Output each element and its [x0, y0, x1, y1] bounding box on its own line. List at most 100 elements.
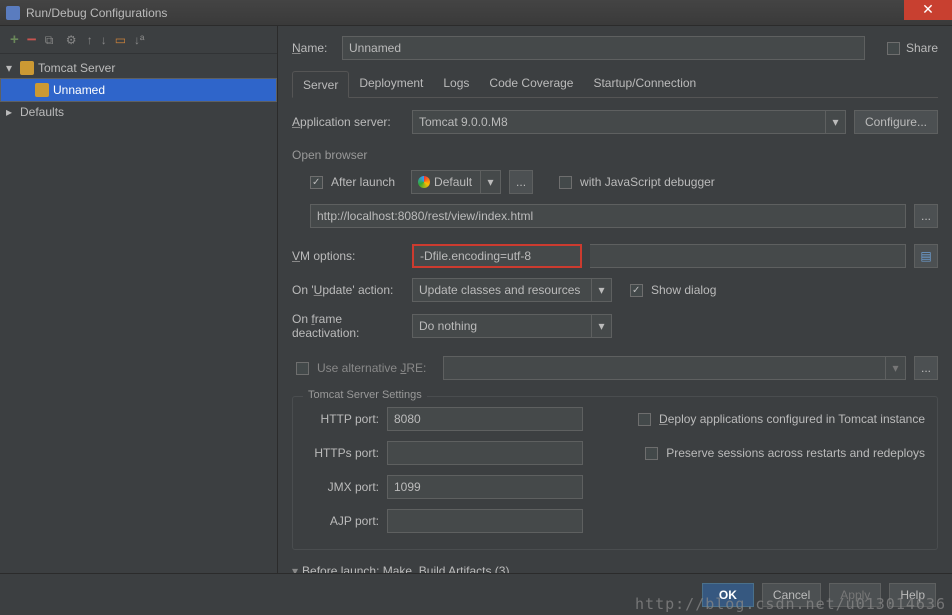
checkbox-icon[interactable] — [887, 42, 900, 55]
update-value: Update classes and resources — [419, 283, 580, 297]
showdialog-label: Show dialog — [651, 283, 716, 297]
ok-button[interactable]: OK — [702, 583, 754, 607]
config-toolbar: + − ⧉ ⚙ ↑ ↓ ▭ ↓ª — [0, 26, 277, 54]
tab-server[interactable]: Server — [292, 71, 349, 98]
checkbox-icon[interactable] — [310, 176, 323, 189]
checkbox-icon[interactable] — [630, 284, 643, 297]
afterlaunch-label: After launch — [331, 175, 395, 189]
tab-coverage[interactable]: Code Coverage — [479, 70, 583, 97]
copy-icon[interactable]: ⧉ — [45, 33, 58, 46]
add-icon[interactable]: + — [10, 31, 19, 48]
vm-input[interactable] — [412, 244, 582, 268]
vm-input-extension[interactable] — [590, 244, 906, 268]
beforelaunch-section: ▾Before launch: Make, Build Artifacts (3… — [292, 564, 938, 573]
tab-deployment[interactable]: Deployment — [349, 70, 433, 97]
update-select[interactable]: Update classes and resources ▾ — [412, 278, 612, 302]
httpsport-row: HTTPs port: Preserve sessions across res… — [305, 441, 925, 465]
tab-startup[interactable]: Startup/Connection — [583, 70, 706, 97]
up-icon[interactable]: ↑ — [87, 33, 93, 47]
jre-more-button[interactable]: ... — [914, 356, 938, 380]
down-icon[interactable]: ↓ — [101, 33, 107, 47]
afterlaunch-row: After launch Default ▾ ... with JavaScri… — [310, 170, 938, 194]
tree-label: Unnamed — [53, 83, 105, 97]
remove-icon[interactable]: − — [27, 36, 37, 44]
tab-logs[interactable]: Logs — [433, 70, 479, 97]
name-row: Name: Share — [292, 36, 938, 60]
tree-label: Defaults — [20, 105, 64, 119]
folder-icon[interactable]: ▭ — [115, 33, 126, 47]
browser-value: Default — [434, 175, 472, 189]
title-bar: Run/Debug Configurations ✕ — [0, 0, 952, 26]
expand-icon: ▸ — [6, 105, 16, 119]
httpport-input[interactable] — [387, 407, 583, 431]
openbrowser-title: Open browser — [292, 148, 938, 162]
jmxport-input[interactable] — [387, 475, 583, 499]
tomcat-icon — [35, 83, 49, 97]
tomcat-group: Tomcat Server Settings HTTP port: Deploy… — [292, 396, 938, 550]
settings-icon[interactable]: ⚙ — [66, 33, 79, 46]
jmxport-label: JMX port: — [305, 480, 379, 494]
chevron-down-icon: ▾ — [480, 171, 500, 193]
chevron-down-icon: ▾ — [591, 315, 611, 337]
url-input[interactable] — [310, 204, 906, 228]
update-label: On 'Update' action: — [292, 283, 404, 297]
configure-button[interactable]: Configure... — [854, 110, 938, 134]
apply-button: Apply — [829, 583, 881, 607]
jsdebug-label: with JavaScript debugger — [580, 175, 715, 189]
sidebar: + − ⧉ ⚙ ↑ ↓ ▭ ↓ª ▾ Tomcat Server Unnamed… — [0, 26, 278, 573]
url-more-button[interactable]: ... — [914, 204, 938, 228]
tabs: Server Deployment Logs Code Coverage Sta… — [292, 70, 938, 98]
httpsport-input[interactable] — [387, 441, 583, 465]
expand-icon: ▾ — [6, 61, 16, 75]
dialog-footer: OK Cancel Apply Help — [0, 573, 952, 615]
checkbox-icon[interactable] — [296, 362, 309, 375]
chevron-down-icon: ▾ — [591, 279, 611, 301]
vm-row: VM options: ▤ — [292, 244, 938, 268]
main-area: + − ⧉ ⚙ ↑ ↓ ▭ ↓ª ▾ Tomcat Server Unnamed… — [0, 26, 952, 573]
share-option[interactable]: Share — [887, 41, 938, 55]
window-close-button[interactable]: ✕ — [904, 0, 952, 20]
frame-row: On frame deactivation: Do nothing ▾ — [292, 312, 938, 340]
appserver-select[interactable]: Tomcat 9.0.0.M8 ▾ — [412, 110, 846, 134]
url-row: ... — [310, 204, 938, 228]
tomcat-icon — [20, 61, 34, 75]
appserver-row: Application server: Tomcat 9.0.0.M8 ▾ Co… — [292, 110, 938, 134]
vm-label: VM options: — [292, 249, 404, 263]
help-button[interactable]: Help — [889, 583, 936, 607]
chevron-down-icon: ▾ — [885, 357, 905, 379]
tree-node-unnamed[interactable]: Unnamed — [0, 78, 277, 102]
cancel-button[interactable]: Cancel — [762, 583, 821, 607]
jre-select: ▾ — [443, 356, 906, 380]
preserve-label: Preserve sessions across restarts and re… — [666, 446, 925, 460]
frame-label: On frame deactivation: — [292, 312, 404, 340]
name-input[interactable] — [342, 36, 865, 60]
browser-select[interactable]: Default ▾ — [411, 170, 501, 194]
deploy-label: Deploy applications configured in Tomcat… — [659, 412, 925, 426]
ajpport-label: AJP port: — [305, 514, 379, 528]
config-tree: ▾ Tomcat Server Unnamed ▸ Defaults — [0, 54, 277, 573]
frame-select[interactable]: Do nothing ▾ — [412, 314, 612, 338]
checkbox-icon[interactable] — [645, 447, 658, 460]
vm-expand-button[interactable]: ▤ — [914, 244, 938, 268]
jre-label: Use alternative JRE: — [317, 361, 435, 375]
frame-value: Do nothing — [419, 319, 477, 333]
checkbox-icon[interactable] — [559, 176, 572, 189]
app-icon — [6, 6, 20, 20]
ajpport-input[interactable] — [387, 509, 583, 533]
jmxport-row: JMX port: — [305, 475, 925, 499]
httpport-row: HTTP port: Deploy applications configure… — [305, 407, 925, 431]
browser-more-button[interactable]: ... — [509, 170, 533, 194]
window-title: Run/Debug Configurations — [26, 6, 167, 20]
checkbox-icon[interactable] — [638, 413, 651, 426]
tree-label: Tomcat Server — [38, 61, 115, 75]
chevron-down-icon: ▾ — [825, 111, 845, 133]
appserver-value: Tomcat 9.0.0.M8 — [419, 115, 508, 129]
httpport-label: HTTP port: — [305, 412, 379, 426]
tree-node-tomcat[interactable]: ▾ Tomcat Server — [0, 58, 277, 78]
tree-node-defaults[interactable]: ▸ Defaults — [0, 102, 277, 122]
sort-icon[interactable]: ↓ª — [134, 33, 144, 47]
beforelaunch-header[interactable]: ▾Before launch: Make, Build Artifacts (3… — [292, 564, 938, 573]
update-row: On 'Update' action: Update classes and r… — [292, 278, 938, 302]
share-label: Share — [906, 41, 938, 55]
chrome-icon — [418, 176, 430, 188]
